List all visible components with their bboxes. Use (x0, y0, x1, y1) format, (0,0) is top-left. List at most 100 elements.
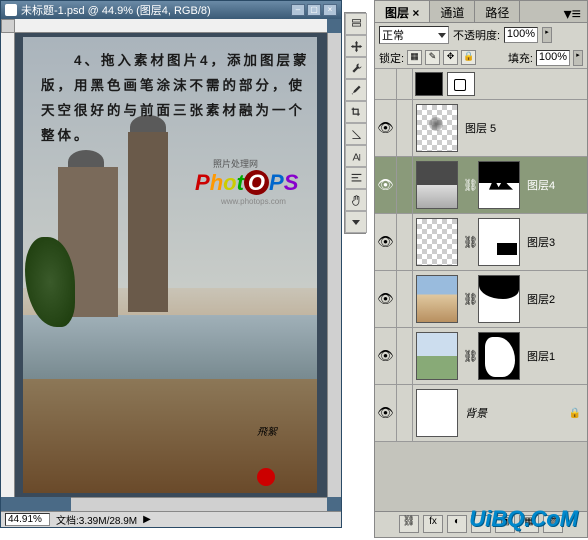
lock-transparency-icon[interactable]: ▦ (407, 50, 422, 65)
signature-seal: 飛絮 (257, 423, 297, 483)
chevron-down-icon (438, 33, 446, 38)
lock-position-icon[interactable]: ✥ (443, 50, 458, 65)
fill-input[interactable]: 100% (536, 50, 570, 66)
visibility-toggle[interactable] (375, 69, 397, 99)
tool-align[interactable] (345, 167, 367, 189)
visibility-toggle[interactable]: 👁 (375, 214, 397, 270)
layer-thumbnail[interactable] (416, 104, 458, 152)
canvas-viewport[interactable]: 4、拖入素材图片4，添加图层蒙版，用黑色画笔涂沫不需的部分，使天空很好的与前面三… (15, 33, 327, 497)
layer-name[interactable]: 图层 5 (461, 120, 496, 136)
mask-link-icon[interactable]: ⛓ (463, 292, 473, 306)
layer-name[interactable]: 图层2 (523, 291, 555, 307)
layer-row-background[interactable]: 👁 背景 🔒 (375, 385, 587, 442)
doc-size-label: 文档:3.39M/28.9M (56, 512, 137, 527)
document-title-bar[interactable]: 未标题-1.psd @ 44.9% (图层4, RGB/8) – ▢ × (1, 1, 341, 19)
layer-fx-button[interactable]: fx (423, 515, 443, 533)
layers-panel: 图层 × 通道 路径 ▾≡ 正常 不透明度: 100% ▸ 锁定: ▦ ✎ ✥ … (374, 0, 588, 538)
link-col (397, 271, 413, 327)
tool-hand[interactable] (345, 189, 367, 211)
tool-arrange[interactable] (345, 13, 367, 35)
layer-row-selected[interactable]: 👁 ⛓ 图层4 (375, 157, 587, 214)
canvas-water-region (23, 315, 317, 379)
layer-mask-thumbnail[interactable] (478, 218, 520, 266)
layer-name[interactable]: 图层3 (523, 234, 555, 250)
horizontal-scrollbar[interactable] (71, 497, 327, 511)
layer-thumbnail[interactable] (416, 275, 458, 323)
tool-type[interactable]: A (345, 145, 367, 167)
link-col (397, 385, 413, 441)
layer-mask-thumbnail[interactable] (478, 275, 520, 323)
opacity-arrow-icon[interactable]: ▸ (542, 27, 552, 43)
tool-move[interactable] (345, 35, 367, 57)
close-button[interactable]: × (323, 4, 337, 16)
visibility-toggle[interactable]: 👁 (375, 328, 397, 384)
lock-pixels-icon[interactable]: ✎ (425, 50, 440, 65)
lock-row: 锁定: ▦ ✎ ✥ 🔒 填充: 100% ▸ (375, 47, 587, 69)
lock-icon: 🔒 (569, 408, 581, 419)
tool-wrench[interactable] (345, 57, 367, 79)
zoom-input[interactable]: 44.91% (5, 513, 50, 526)
layer-row[interactable]: 👁 图层 5 (375, 100, 587, 157)
layer-row-adjustment[interactable] (375, 69, 587, 100)
opacity-label: 不透明度: (453, 27, 500, 43)
blend-mode-value: 正常 (382, 27, 404, 43)
visibility-toggle[interactable]: 👁 (375, 271, 397, 327)
tool-slice[interactable] (345, 123, 367, 145)
opacity-input[interactable]: 100% (504, 27, 538, 43)
link-col (397, 328, 413, 384)
canvas[interactable]: 4、拖入素材图片4，添加图层蒙版，用黑色画笔涂沫不需的部分，使天空很好的与前面三… (23, 37, 317, 493)
layer-row[interactable]: 👁 ⛓ 图层3 (375, 214, 587, 271)
blend-mode-select[interactable]: 正常 (379, 26, 449, 44)
vertical-toolbar: A (344, 12, 366, 234)
panel-tabs: 图层 × 通道 路径 ▾≡ (375, 1, 587, 23)
instruction-text: 4、拖入素材图片4，添加图层蒙版，用黑色画笔涂沫不需的部分，使天空很好的与前面三… (41, 49, 311, 149)
ruler-origin[interactable] (1, 19, 15, 33)
tab-channels[interactable]: 通道 (430, 1, 475, 22)
ps-file-icon (5, 4, 17, 16)
vertical-ruler[interactable] (1, 33, 15, 497)
tab-layers[interactable]: 图层 × (375, 1, 430, 22)
layer-row[interactable]: 👁 ⛓ 图层2 (375, 271, 587, 328)
minimize-button[interactable]: – (291, 4, 305, 16)
layer-thumbnail[interactable] (415, 72, 443, 96)
link-layers-button[interactable]: ⛓ (399, 515, 419, 533)
layer-thumbnail[interactable] (416, 161, 458, 209)
layers-list[interactable]: 👁 图层 5 👁 ⛓ 图层4 👁 ⛓ 图层3 👁 (375, 69, 587, 511)
layer-mask-thumbnail[interactable] (478, 161, 520, 209)
layer-thumbnail[interactable] (416, 332, 458, 380)
tool-crop[interactable] (345, 101, 367, 123)
layer-name[interactable]: 背景 (461, 405, 487, 421)
logo-subtitle: 照片处理网 (213, 157, 258, 170)
lock-all-icon[interactable]: 🔒 (461, 50, 476, 65)
layer-name[interactable]: 图层4 (523, 177, 555, 193)
fill-label: 填充: (508, 50, 533, 66)
fill-arrow-icon[interactable]: ▸ (573, 50, 583, 66)
lock-label: 锁定: (379, 50, 404, 66)
horizontal-ruler[interactable] (15, 19, 327, 33)
tool-brush[interactable] (345, 79, 367, 101)
canvas-tower (128, 132, 168, 312)
visibility-toggle[interactable]: 👁 (375, 157, 397, 213)
document-window: 未标题-1.psd @ 44.9% (图层4, RGB/8) – ▢ × 4、拖… (0, 0, 342, 528)
vertical-scrollbar[interactable] (327, 33, 341, 497)
link-col (397, 100, 413, 156)
layer-name[interactable]: 图层1 (523, 348, 555, 364)
layer-mask-thumbnail[interactable] (447, 72, 475, 96)
mask-link-icon[interactable]: ⛓ (463, 178, 473, 192)
tool-collapse[interactable] (345, 211, 367, 233)
mask-link-icon[interactable]: ⛓ (463, 235, 473, 249)
layer-thumbnail[interactable] (416, 218, 458, 266)
panel-menu-icon[interactable]: ▾≡ (558, 1, 587, 22)
status-arrow-icon[interactable]: ▶ (143, 514, 151, 525)
layer-mask-thumbnail[interactable] (478, 332, 520, 380)
logo-url: www.photops.com (221, 197, 286, 206)
add-mask-button[interactable]: ◐ (447, 515, 467, 533)
mask-link-icon[interactable]: ⛓ (463, 349, 473, 363)
visibility-toggle[interactable]: 👁 (375, 100, 397, 156)
layer-row[interactable]: 👁 ⛓ 图层1 (375, 328, 587, 385)
link-col (397, 69, 413, 99)
tab-paths[interactable]: 路径 (475, 1, 520, 22)
layer-thumbnail[interactable] (416, 389, 458, 437)
maximize-button[interactable]: ▢ (307, 4, 321, 16)
visibility-toggle[interactable]: 👁 (375, 385, 397, 441)
